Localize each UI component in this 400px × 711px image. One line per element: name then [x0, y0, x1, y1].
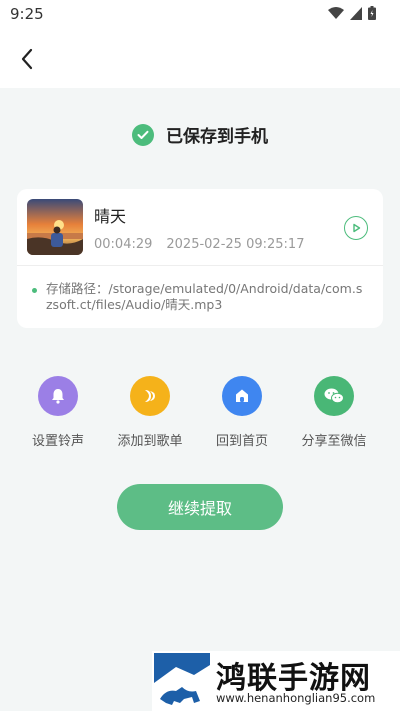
- share-wechat-label: 分享至微信: [301, 434, 367, 449]
- status-time: 9:25: [10, 5, 44, 23]
- back-button[interactable]: [14, 46, 40, 72]
- battery-icon: [368, 6, 376, 20]
- watermark-logo: [154, 653, 210, 709]
- path-bullet: [32, 288, 37, 293]
- watermark-url: www.henanhonglian95.com: [216, 691, 376, 705]
- track-card: 晴天 00:04:29 2025-02-25 09:25:17 存储路径：/st…: [17, 189, 383, 328]
- set-ringtone-button[interactable]: 设置铃声: [13, 376, 103, 449]
- status-icons: [328, 6, 376, 20]
- header: [0, 30, 400, 88]
- saved-text: 已保存到手机: [166, 127, 268, 147]
- content-area: 已保存到手机 晴天 00:04:29 2025-02-25 09:25:17 存…: [0, 88, 400, 711]
- back-home-button[interactable]: 回到首页: [197, 376, 287, 449]
- set-ringtone-label: 设置铃声: [31, 434, 84, 449]
- storage-path: 存储路径：/storage/emulated/0/Android/data/co…: [46, 281, 366, 313]
- play-button[interactable]: [344, 216, 368, 240]
- share-wechat-button[interactable]: 分享至微信: [289, 376, 379, 449]
- card-divider: [17, 265, 383, 266]
- music-add-icon: [130, 376, 170, 416]
- chevron-left-icon: [21, 48, 33, 70]
- wifi-icon: [328, 6, 344, 19]
- watermark: 鸿联手游网 www.henanhonglian95.com: [152, 651, 400, 711]
- add-to-playlist-label: 添加到歌单: [117, 434, 183, 449]
- signal-icon: [350, 6, 362, 20]
- status-bar: 9:25: [0, 0, 400, 30]
- check-circle-icon: [132, 123, 154, 146]
- song-duration: 00:04:29: [94, 237, 153, 252]
- song-title: 晴天: [94, 207, 127, 226]
- saved-notice: 已保存到手机: [0, 122, 400, 147]
- song-datetime: 2025-02-25 09:25:17: [166, 237, 305, 252]
- continue-extract-button[interactable]: 继续提取: [117, 484, 283, 530]
- back-home-label: 回到首页: [215, 434, 268, 449]
- wechat-icon: [314, 376, 354, 416]
- home-icon: [222, 376, 262, 416]
- play-icon: [353, 223, 361, 233]
- album-cover[interactable]: [27, 199, 83, 255]
- song-meta: 00:04:29 2025-02-25 09:25:17: [94, 237, 304, 252]
- storage-path-label: 存储路径：: [46, 281, 109, 296]
- bell-icon: [38, 376, 78, 416]
- add-to-playlist-button[interactable]: 添加到歌单: [105, 376, 195, 449]
